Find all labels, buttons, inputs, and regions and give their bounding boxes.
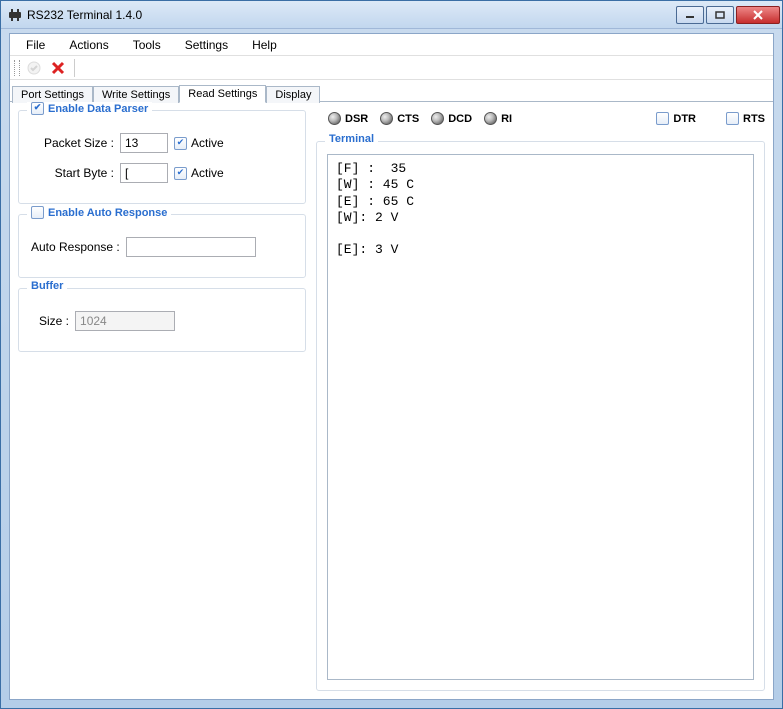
- maximize-button[interactable]: [706, 6, 734, 24]
- tab-write-settings[interactable]: Write Settings: [93, 86, 179, 103]
- label-enable-autoresp: Enable Auto Response: [48, 207, 167, 219]
- close-button[interactable]: [736, 6, 780, 24]
- tabs: Port Settings Write Settings Read Settin…: [10, 80, 773, 102]
- group-title-autoresp: Enable Auto Response: [27, 206, 171, 219]
- toolbar-grip: [14, 60, 20, 76]
- checkbox-enable-autoresp[interactable]: [31, 206, 44, 219]
- led-cts: [380, 112, 393, 125]
- disconnect-button[interactable]: [48, 58, 68, 78]
- label-dcd: DCD: [448, 113, 472, 125]
- row-auto-response: Auto Response :: [31, 237, 295, 257]
- row-start-byte: Start Byte : Active: [39, 163, 295, 183]
- input-auto-response[interactable]: [126, 237, 256, 257]
- input-start-byte[interactable]: [120, 163, 168, 183]
- label-packet-active: Active: [191, 136, 224, 150]
- menu-settings[interactable]: Settings: [175, 36, 238, 54]
- checkbox-packet-active[interactable]: [174, 137, 187, 150]
- input-packet-size[interactable]: [120, 133, 168, 153]
- label-start-byte: Start Byte :: [39, 166, 114, 180]
- menu-file[interactable]: File: [16, 36, 55, 54]
- group-terminal: Terminal [F] : 35 [W] : 45 C [E] : 65 C …: [316, 141, 765, 691]
- label-buffer-size: Size :: [39, 314, 69, 328]
- led-ri: [484, 112, 497, 125]
- terminal-output[interactable]: [F] : 35 [W] : 45 C [E] : 65 C [W]: 2 V …: [327, 154, 754, 680]
- app-icon: [7, 7, 23, 23]
- group-enable-auto-response: Enable Auto Response Auto Response :: [18, 214, 306, 278]
- content: Enable Data Parser Packet Size : Active …: [10, 102, 773, 699]
- titlebar[interactable]: RS232 Terminal 1.4.0: [1, 1, 782, 29]
- label-dsr: DSR: [345, 113, 368, 125]
- left-pane: Enable Data Parser Packet Size : Active …: [18, 110, 306, 691]
- connect-button[interactable]: [24, 58, 44, 78]
- group-title-buffer: Buffer: [27, 280, 67, 292]
- label-startbyte-active: Active: [191, 166, 224, 180]
- led-dcd: [431, 112, 444, 125]
- group-enable-data-parser: Enable Data Parser Packet Size : Active …: [18, 110, 306, 204]
- label-rts: RTS: [743, 113, 765, 125]
- label-cts: CTS: [397, 113, 419, 125]
- app-window: RS232 Terminal 1.4.0 File Actions Tools …: [0, 0, 783, 709]
- group-title-terminal: Terminal: [325, 133, 378, 145]
- menubar: File Actions Tools Settings Help: [10, 34, 773, 56]
- label-packet-size: Packet Size :: [39, 136, 114, 150]
- window-title: RS232 Terminal 1.4.0: [27, 8, 142, 22]
- tab-port-settings[interactable]: Port Settings: [12, 86, 93, 103]
- label-ri: RI: [501, 113, 512, 125]
- label-enable-parser: Enable Data Parser: [48, 103, 148, 115]
- label-auto-response: Auto Response :: [31, 240, 120, 254]
- toolbar-separator: [74, 59, 76, 77]
- right-pane: DSR CTS DCD RI DTR RTS Terminal [F] : 35…: [316, 110, 765, 691]
- row-buffer-size: Size :: [39, 311, 295, 331]
- input-buffer-size: [75, 311, 175, 331]
- toolbar: [10, 56, 773, 80]
- checkbox-rts[interactable]: [726, 112, 739, 125]
- checkbox-dtr[interactable]: [656, 112, 669, 125]
- label-dtr: DTR: [673, 113, 696, 125]
- tab-display[interactable]: Display: [266, 86, 320, 103]
- window-buttons: [674, 6, 780, 24]
- checkbox-startbyte-active[interactable]: [174, 167, 187, 180]
- minimize-button[interactable]: [676, 6, 704, 24]
- status-row: DSR CTS DCD RI DTR RTS: [316, 110, 765, 131]
- menu-help[interactable]: Help: [242, 36, 287, 54]
- menu-actions[interactable]: Actions: [59, 36, 118, 54]
- client-area: File Actions Tools Settings Help Port Se…: [9, 33, 774, 700]
- row-packet-size: Packet Size : Active: [39, 133, 295, 153]
- led-dsr: [328, 112, 341, 125]
- menu-tools[interactable]: Tools: [123, 36, 171, 54]
- group-title-parser: Enable Data Parser: [27, 102, 152, 115]
- checkbox-enable-parser[interactable]: [31, 102, 44, 115]
- tab-read-settings[interactable]: Read Settings: [179, 85, 266, 103]
- group-buffer: Buffer Size :: [18, 288, 306, 352]
